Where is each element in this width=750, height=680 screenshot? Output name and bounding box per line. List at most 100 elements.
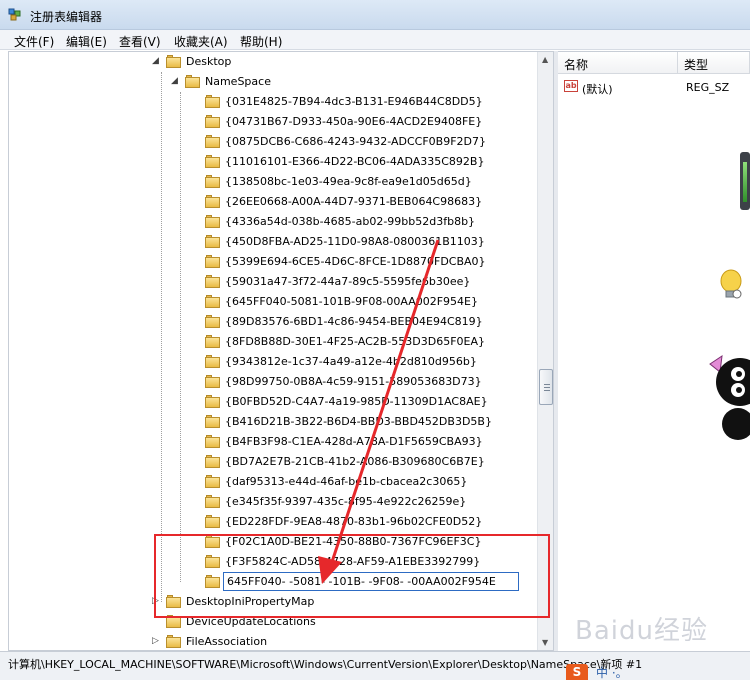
tree-node-key[interactable]: {ED228FDF-9EA8-4870-83b1-96b02CFE0D52} <box>9 512 534 532</box>
badge-text: 中 ·。 <box>596 666 628 680</box>
menu-edit[interactable]: 编辑(E) <box>66 33 107 50</box>
folder-icon <box>205 174 221 188</box>
tree-node-key[interactable]: {BD7A2E7B-21CB-41b2-A086-B309680C6B7E} <box>9 452 534 472</box>
tree-node-label: NameSpace <box>205 75 271 88</box>
folder-icon <box>205 574 221 588</box>
tree-node-label: {5399E694-6CE5-4D6C-8FCE-1D8870FDCBA0} <box>225 255 486 268</box>
tree-node-label: {4336a54d-038b-4685-ab02-99bb52d3fb8b} <box>225 215 476 228</box>
tree-node-label: {8FD8B88D-30E1-4F25-AC2B-553D3D65F0EA} <box>225 335 485 348</box>
regedit-app-icon <box>8 8 21 21</box>
scroll-up-arrow-icon[interactable]: ▲ <box>542 55 548 64</box>
rename-key-input[interactable]: 645FF040- -5081- -101B- -9F08- -00AA002F… <box>223 572 519 591</box>
folder-icon <box>205 114 221 128</box>
folder-open-icon <box>166 54 182 68</box>
value-row-default[interactable]: ab (默认) REG_SZ <box>558 78 750 96</box>
folder-icon <box>205 334 221 348</box>
tree-node-key[interactable]: {F3F5824C-AD58-4728-AF59-A1EBE3392799} <box>9 552 534 572</box>
folder-icon <box>205 434 221 448</box>
tree-vertical-scrollbar[interactable]: ▲ ▼ <box>537 52 553 650</box>
folder-icon <box>205 454 221 468</box>
tree-node-label: {645FF040-5081-101B-9F08-00AA002F954E} <box>225 295 478 308</box>
tree-node-key[interactable]: {59031a47-3f72-44a7-89c5-5595fe6b30ee} <box>9 272 534 292</box>
tree-node-key[interactable]: {031E4825-7B94-4dc3-B131-E946B44C8DD5} <box>9 92 534 112</box>
tree-node-key[interactable]: {645FF040-5081-101B-9F08-00AA002F954E} <box>9 292 534 312</box>
lightbulb-icon <box>720 269 742 299</box>
expand-arrow-icon[interactable]: ◢ <box>152 57 161 66</box>
tree-node-namespace[interactable]: ◢ NameSpace <box>9 72 534 92</box>
tree-node-label: Desktop <box>186 55 232 68</box>
tree-node-label: {9343812e-1c37-4a49-a12e-4b2d810d956b} <box>225 355 477 368</box>
tree-node-key[interactable]: {26EE0668-A00A-44D7-9371-BEB064C98683} <box>9 192 534 212</box>
menu-file[interactable]: 文件(F) <box>14 33 54 50</box>
folder-icon <box>205 354 221 368</box>
folder-icon <box>205 474 221 488</box>
folder-icon <box>205 274 221 288</box>
folder-open-icon <box>185 74 201 88</box>
tree-node-key[interactable]: {11016101-E366-4D22-BC06-4ADA335C892B} <box>9 152 534 172</box>
registry-key-tree[interactable]: ◢ Desktop ◢ NameSpace {031E4825-7B94-4dc… <box>8 51 554 651</box>
menu-help[interactable]: 帮助(H) <box>240 33 282 50</box>
tree-node-label: {B0FBD52D-C4A7-4a19-985D-11309D1AC8AE} <box>225 395 488 408</box>
tree-node-label: {26EE0668-A00A-44D7-9371-BEB064C98683} <box>225 195 483 208</box>
tree-node-key[interactable]: {e345f35f-9397-435c-8f95-4e922c26259e} <box>9 492 534 512</box>
tree-node-desktopinipropertymap[interactable]: ▷ DesktopIniPropertyMap <box>9 592 534 612</box>
folder-icon <box>205 554 221 568</box>
folder-icon <box>166 594 182 608</box>
tree-node-label: {F3F5824C-AD58-4728-AF59-A1EBE3392799} <box>225 555 481 568</box>
tree-node-key[interactable]: {98D99750-0B8A-4c59-9151-589053683D73} <box>9 372 534 392</box>
scrollbar-thumb[interactable] <box>539 369 553 405</box>
tree-node-label: {B4FB3F98-C1EA-428d-A78A-D1F5659CBA93} <box>225 435 483 448</box>
tree-node-key[interactable]: {04731B67-D933-450a-90E6-4ACD2E9408FE} <box>9 112 534 132</box>
tree-node-deviceupdatelocations[interactable]: DeviceUpdateLocations <box>9 612 534 632</box>
tree-node-desktop[interactable]: ◢ Desktop <box>9 52 534 72</box>
menu-favorites[interactable]: 收藏夹(A) <box>174 33 228 50</box>
current-key-path: 计算机\HKEY_LOCAL_MACHINE\SOFTWARE\Microsof… <box>8 658 643 671</box>
tree-node-key[interactable]: {B0FBD52D-C4A7-4a19-985D-11309D1AC8AE} <box>9 392 534 412</box>
expand-arrow-icon[interactable]: ▷ <box>152 597 161 606</box>
tree-node-key[interactable]: {5399E694-6CE5-4D6C-8FCE-1D8870FDCBA0} <box>9 252 534 272</box>
registry-values-list[interactable]: 名称 类型 ab (默认) REG_SZ <box>558 51 750 651</box>
tree-node-key[interactable]: {138508bc-1e03-49ea-9c8f-ea9e1d05d65d} <box>9 172 534 192</box>
folder-icon <box>205 294 221 308</box>
window-title: 注册表编辑器 <box>30 10 103 24</box>
tree-node-key[interactable]: {4336a54d-038b-4685-ab02-99bb52d3fb8b} <box>9 212 534 232</box>
string-value-icon: ab <box>564 80 578 92</box>
tree-node-key[interactable]: {450D8FBA-AD25-11D0-98A8-0800361B1103} <box>9 232 534 252</box>
tree-node-label: FileAssociation <box>186 635 268 648</box>
tree-node-fileassociation[interactable]: ▷ FileAssociation <box>9 632 534 650</box>
folder-icon <box>166 614 182 628</box>
folder-icon <box>205 214 221 228</box>
tree-node-label: {04731B67-D933-450a-90E6-4ACD2E9408FE} <box>225 115 483 128</box>
folder-icon <box>205 94 221 108</box>
tree-node-label: {59031a47-3f72-44a7-89c5-5595fe6b30ee} <box>225 275 471 288</box>
tree-node-key[interactable]: {89D83576-6BD1-4c86-9454-BEB04E94C819} <box>9 312 534 332</box>
menu-view[interactable]: 查看(V) <box>119 33 161 50</box>
tree-node-new-key-editing[interactable]: 645FF040- -5081- -101B- -9F08- -00AA002F… <box>9 572 534 592</box>
tree-node-label: {98D99750-0B8A-4c59-9151-589053683D73} <box>225 375 482 388</box>
expand-arrow-icon[interactable]: ▷ <box>152 637 161 646</box>
tree-node-key[interactable]: {daf95313-e44d-46af-be1b-cbacea2c3065} <box>9 472 534 492</box>
folder-icon <box>205 254 221 268</box>
tree-node-key[interactable]: {0875DCB6-C686-4243-9432-ADCCF0B9F2D7} <box>9 132 534 152</box>
tree-node-label: {89D83576-6BD1-4c86-9454-BEB04E94C819} <box>225 315 483 328</box>
tree-node-key[interactable]: {B4FB3F98-C1EA-428d-A78A-D1F5659CBA93} <box>9 432 534 452</box>
tree-node-label: {138508bc-1e03-49ea-9c8f-ea9e1d05d65d} <box>225 175 472 188</box>
folder-icon <box>205 514 221 528</box>
cartoon-character-decoration <box>709 354 750 440</box>
column-header-name[interactable]: 名称 <box>558 52 678 74</box>
folder-icon <box>205 534 221 548</box>
tree-node-key[interactable]: {8FD8B88D-30E1-4F25-AC2B-553D3D65F0EA} <box>9 332 534 352</box>
tree-node-key[interactable]: {B416D21B-3B22-B6D4-BBD3-BBD452DB3D5B} <box>9 412 534 432</box>
tree-node-label: {ED228FDF-9EA8-4870-83b1-96b02CFE0D52} <box>225 515 483 528</box>
tree-node-key[interactable]: {F02C1A0D-BE21-4350-88B0-7367FC96EF3C} <box>9 532 534 552</box>
expand-arrow-icon[interactable]: ◢ <box>171 77 180 86</box>
scroll-down-arrow-icon[interactable]: ▼ <box>542 638 548 647</box>
tree-node-label: {BD7A2E7B-21CB-41b2-A086-B309680C6B7E} <box>225 455 485 468</box>
tree-node-label: {450D8FBA-AD25-11D0-98A8-0800361B1103} <box>225 235 485 248</box>
sohu-logo-badge: S <box>566 664 588 680</box>
menu-bar: 文件(F) 编辑(E) 查看(V) 收藏夹(A) 帮助(H) <box>0 30 750 50</box>
tree-node-key[interactable]: {9343812e-1c37-4a49-a12e-4b2d810d956b} <box>9 352 534 372</box>
column-header-type[interactable]: 类型 <box>678 52 750 74</box>
status-bar: 计算机\HKEY_LOCAL_MACHINE\SOFTWARE\Microsof… <box>0 651 750 680</box>
folder-icon <box>205 494 221 508</box>
